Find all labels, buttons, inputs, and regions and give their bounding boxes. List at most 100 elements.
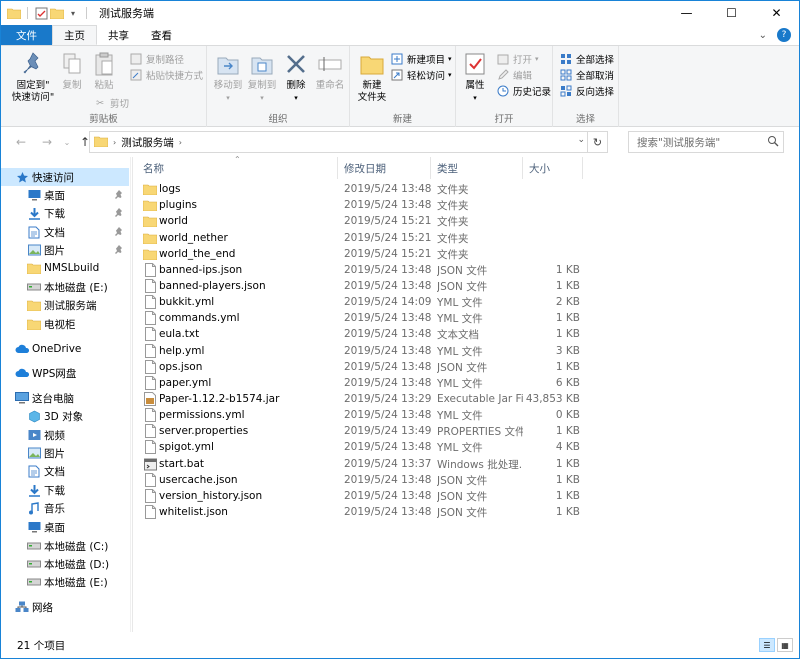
file-row[interactable]: plugins 2019/5/24 13:48 文件夹 (133, 197, 799, 213)
recent-locations-button[interactable]: ⌄ (59, 138, 75, 147)
nav-item[interactable]: 测试服务端 (1, 296, 129, 314)
copy-button[interactable]: 复制 (57, 50, 87, 92)
file-row[interactable]: permissions.yml 2019/5/24 13:48 YML 文件 0 KB (133, 407, 799, 423)
pin-icon[interactable] (115, 207, 123, 219)
new-folder-icon[interactable] (50, 6, 64, 20)
nav-item[interactable]: 网络 (1, 598, 129, 616)
properties-icon[interactable] (34, 6, 48, 20)
breadcrumb[interactable]: 测试服务端 (121, 135, 174, 150)
file-size: 1 KB (555, 264, 580, 276)
copy-path-button[interactable]: 复制路径 (129, 52, 184, 66)
minimize-button[interactable]: — (664, 1, 709, 25)
maximize-button[interactable]: ☐ (709, 1, 754, 25)
file-row[interactable]: ops.json 2019/5/24 13:48 JSON 文件 1 KB (133, 359, 799, 375)
history-button[interactable]: 历史记录 (496, 84, 551, 98)
cut-button[interactable]: ✂ 剪切 (93, 96, 129, 111)
pin-icon[interactable] (115, 244, 123, 256)
nav-item[interactable]: 这台电脑 (1, 389, 129, 407)
address-field[interactable]: › 测试服务端 › ⌄ ↻ (89, 131, 608, 153)
select-none-button[interactable]: 全部取消 (559, 68, 614, 82)
nav-item[interactable]: 下载 (1, 204, 129, 222)
new-item-button[interactable]: 新建项目 ▾ (390, 52, 452, 66)
file-row[interactable]: whitelist.json 2019/5/24 13:48 JSON 文件 1 KB (133, 504, 799, 520)
nav-item[interactable]: 视频 (1, 426, 129, 444)
nav-item[interactable]: 电视柜 (1, 315, 129, 333)
nav-item[interactable]: 本地磁盘 (D:) (1, 555, 129, 573)
column-type[interactable]: 类型 (431, 157, 523, 179)
close-button[interactable]: ✕ (754, 1, 799, 25)
nav-item[interactable]: WPS网盘 (1, 364, 129, 382)
edit-button[interactable]: 编辑 (496, 68, 532, 82)
nav-item[interactable]: OneDrive (1, 340, 129, 358)
column-name[interactable]: 名称 (137, 157, 338, 179)
nav-item[interactable]: 本地磁盘 (E:) (1, 278, 129, 296)
large-icons-view-button[interactable]: ▦ (777, 638, 793, 652)
file-row[interactable]: Paper-1.12.2-b1574.jar 2019/5/24 13:29 Exe… (133, 391, 799, 407)
file-date: 2019/5/24 13:48 (344, 361, 432, 373)
drive-icon (27, 539, 41, 553)
file-row[interactable]: commands.yml 2019/5/24 13:48 YML 文件 1 KB (133, 310, 799, 326)
file-row[interactable]: banned-ips.json 2019/5/24 13:48 JSON 文件 1 K… (133, 262, 799, 278)
file-row[interactable]: spigot.yml 2019/5/24 13:48 YML 文件 4 KB (133, 439, 799, 455)
nav-item[interactable]: 3D 对象 (1, 407, 129, 425)
paste-button[interactable]: 粘贴 (89, 50, 119, 92)
paste-shortcut-button[interactable]: 粘贴快捷方式 (129, 68, 203, 82)
properties-button[interactable]: 属性 ▾ (460, 50, 490, 104)
tab-home[interactable]: 主页 (52, 25, 97, 45)
file-row[interactable]: world_nether 2019/5/24 15:21 文件夹 (133, 230, 799, 246)
file-size: 1 KB (555, 328, 580, 340)
nav-item[interactable]: 文档 (1, 223, 129, 241)
nav-item[interactable]: 下载 (1, 481, 129, 499)
expand-ribbon-icon[interactable]: ⌄ (759, 30, 767, 41)
nav-item[interactable]: NMSLbuild (1, 259, 129, 277)
new-folder-button[interactable]: 新建 文件夹 (354, 50, 390, 104)
tab-share[interactable]: 共享 (97, 25, 140, 45)
nav-item[interactable]: 文档 (1, 462, 129, 480)
file-row[interactable]: paper.yml 2019/5/24 13:48 YML 文件 6 KB (133, 375, 799, 391)
delete-button[interactable]: 删除 ▾ (281, 50, 311, 104)
details-view-button[interactable]: ☰ (759, 638, 775, 652)
nav-item[interactable]: 桌面 (1, 518, 129, 536)
file-row[interactable]: help.yml 2019/5/24 13:48 YML 文件 3 KB (133, 343, 799, 359)
open-button[interactable]: 打开 ▾ (496, 52, 539, 66)
file-row[interactable]: server.properties 2019/5/24 13:49 PROPERTI… (133, 423, 799, 439)
file-row[interactable]: version_history.json 2019/5/24 13:48 JSON … (133, 488, 799, 504)
file-row[interactable]: start.bat 2019/5/24 13:37 Windows 批处理... 1 … (133, 456, 799, 472)
pin-icon[interactable] (115, 226, 123, 238)
forward-button[interactable]: → (39, 135, 55, 149)
file-row[interactable]: eula.txt 2019/5/24 13:48 文本文档 1 KB (133, 326, 799, 342)
search-input[interactable]: 搜索"测试服务端" (628, 131, 784, 153)
move-to-button[interactable]: 移动到 ▾ (211, 50, 245, 104)
copy-to-button[interactable]: 复制到 ▾ (245, 50, 279, 104)
column-date[interactable]: 修改日期 (338, 157, 431, 179)
pin-icon[interactable] (115, 189, 123, 201)
nav-item[interactable]: 桌面 (1, 186, 129, 204)
chevron-down-icon[interactable]: ⌄ (577, 135, 585, 145)
file-row[interactable]: logs 2019/5/24 13:48 文件夹 (133, 181, 799, 197)
file-row[interactable]: world_the_end 2019/5/24 15:21 文件夹 (133, 246, 799, 262)
help-icon[interactable]: ? (777, 28, 791, 42)
tab-file[interactable]: 文件 (1, 25, 52, 45)
select-all-button[interactable]: 全部选择 (559, 52, 614, 66)
pin-quick-access-button[interactable]: 固定到" 快速访问" (9, 50, 57, 104)
file-row[interactable]: banned-players.json 2019/5/24 13:48 JSON 文… (133, 278, 799, 294)
tab-view[interactable]: 查看 (140, 25, 183, 45)
easy-access-button[interactable]: 轻松访问 ▾ (390, 68, 452, 82)
open-group: 属性 ▾ 打开 ▾ 编辑 历史记录 打开 (456, 46, 553, 127)
nav-item[interactable]: 快速访问 (1, 168, 129, 186)
nav-item[interactable]: 本地磁盘 (C:) (1, 537, 129, 555)
nav-item[interactable]: 图片 (1, 444, 129, 462)
file-row[interactable]: world 2019/5/24 15:21 文件夹 (133, 213, 799, 229)
refresh-icon[interactable]: ↻ (587, 132, 607, 152)
nav-item[interactable]: 音乐 (1, 499, 129, 517)
nav-item[interactable]: 本地磁盘 (E:) (1, 573, 129, 591)
rename-button[interactable]: 重命名 (313, 50, 347, 92)
invert-selection-button[interactable]: 反向选择 (559, 84, 614, 98)
column-size[interactable]: 大小 (523, 157, 583, 179)
file-date: 2019/5/24 13:37 (344, 458, 432, 470)
file-row[interactable]: usercache.json 2019/5/24 13:48 JSON 文件 1 KB (133, 472, 799, 488)
customize-quick-access-icon[interactable]: ▾ (66, 6, 80, 20)
nav-item[interactable]: 图片 (1, 241, 129, 259)
back-button[interactable]: ← (13, 135, 29, 149)
file-row[interactable]: bukkit.yml 2019/5/24 14:09 YML 文件 2 KB (133, 294, 799, 310)
